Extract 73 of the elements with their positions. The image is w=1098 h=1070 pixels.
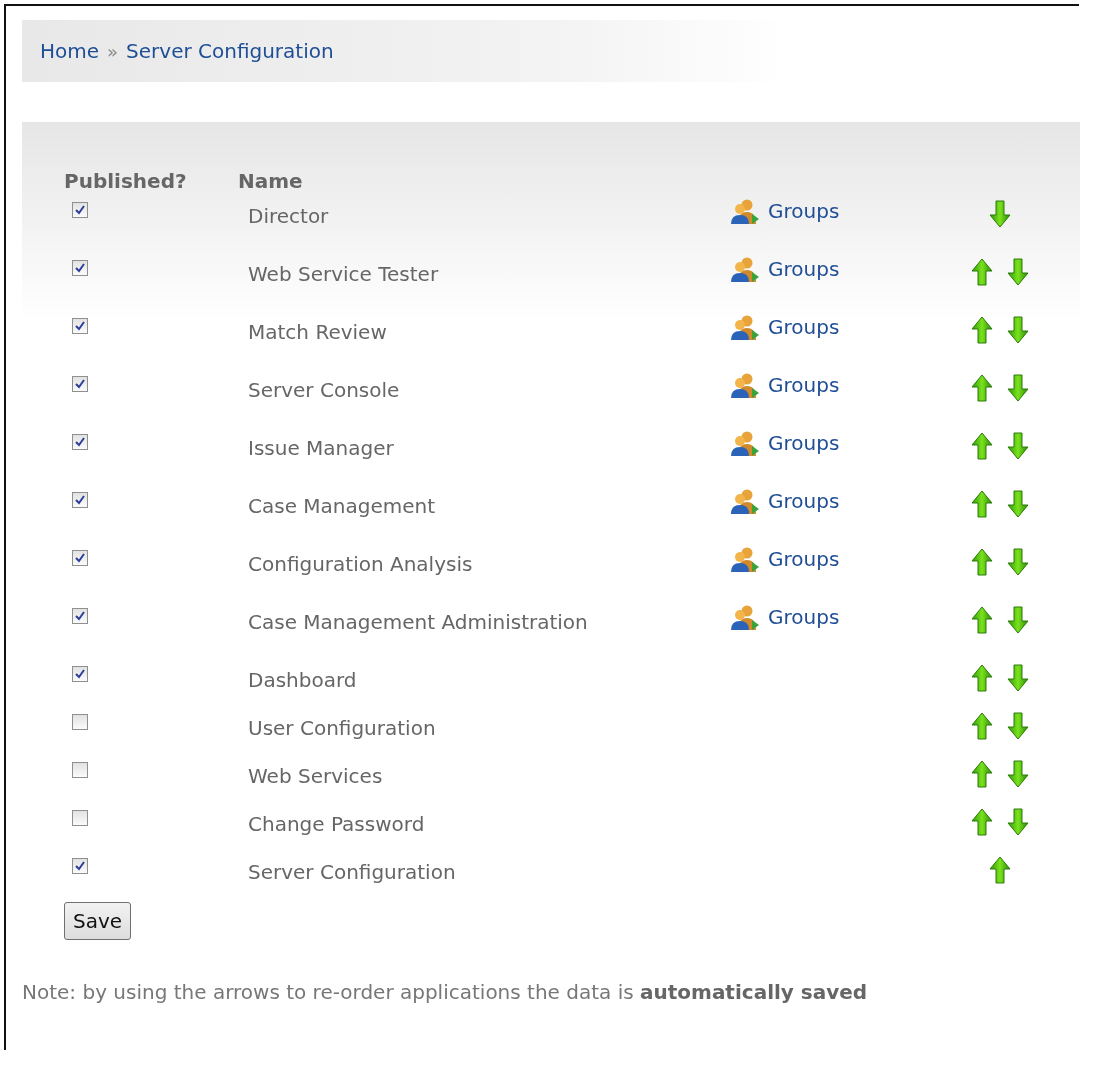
move-down-button[interactable] [1007,374,1029,402]
move-down-button[interactable] [1007,664,1029,692]
move-down-button[interactable] [1007,808,1029,836]
application-name: User Configuration [248,716,437,740]
move-up-button[interactable] [971,606,993,634]
move-up-button[interactable] [971,316,993,344]
move-up-button[interactable] [971,432,993,460]
move-down-button[interactable] [1007,760,1029,788]
application-name: Change Password [248,812,426,836]
application-name: Issue Manager [248,436,395,460]
people-icon [730,256,760,282]
published-checkbox[interactable] [72,762,88,778]
published-checkbox[interactable] [72,858,88,874]
move-down-button[interactable] [1007,606,1029,634]
application-name: Web Services [248,764,384,788]
move-up-button[interactable] [971,258,993,286]
published-checkbox[interactable] [72,810,88,826]
groups-link[interactable]: Groups [730,546,940,572]
breadcrumb-separator: » [107,40,119,62]
move-up-button[interactable] [971,548,993,576]
people-icon [730,372,760,398]
groups-link[interactable]: Groups [730,372,940,398]
move-up-button[interactable] [971,712,993,740]
published-checkbox[interactable] [72,260,88,276]
groups-link[interactable]: Groups [730,256,940,282]
groups-link[interactable]: Groups [730,198,940,224]
move-down-button[interactable] [1007,316,1029,344]
application-name: Dashboard [248,668,358,692]
application-name: Server Console [248,378,401,402]
groups-link[interactable]: Groups [730,488,940,514]
column-header: Published? [64,169,188,193]
breadcrumb-link[interactable]: Home [40,39,100,63]
move-up-button[interactable] [971,760,993,788]
published-checkbox[interactable] [72,434,88,450]
groups-link[interactable]: Groups [730,604,940,630]
groups-link[interactable]: Groups [730,430,940,456]
move-down-button[interactable] [1007,548,1029,576]
column-header: Name [238,169,304,193]
application-name: Web Service Tester [248,262,440,286]
move-down-button[interactable] [1007,258,1029,286]
application-name: Match Review [248,320,388,344]
groups-link[interactable]: Groups [730,314,940,340]
move-up-button[interactable] [971,490,993,518]
move-down-button[interactable] [1007,432,1029,460]
published-checkbox[interactable] [72,608,88,624]
people-icon [730,604,760,630]
application-name: Configuration Analysis [248,552,474,576]
published-checkbox[interactable] [72,550,88,566]
people-icon [730,430,760,456]
published-checkbox[interactable] [72,318,88,334]
published-checkbox[interactable] [72,714,88,730]
move-down-button[interactable] [989,200,1011,228]
save-button[interactable]: Save [64,902,132,940]
move-up-button[interactable] [971,664,993,692]
published-checkbox[interactable] [72,492,88,508]
move-up-button[interactable] [971,374,993,402]
application-name: Case Management [248,494,437,518]
application-name: Server Configuration [248,860,457,884]
breadcrumb-link[interactable]: Server Configuration [126,39,334,63]
published-checkbox[interactable] [72,202,88,218]
people-icon [730,546,760,572]
move-down-button[interactable] [1007,490,1029,518]
move-up-button[interactable] [971,808,993,836]
application-name: Director [248,204,330,228]
people-icon [730,488,760,514]
application-name: Case Management Administration [248,610,589,634]
move-up-button[interactable] [989,856,1011,884]
people-icon [730,198,760,224]
note-text: Note: by using the arrows to re-order applications the data is automatically saved [22,980,869,1004]
move-down-button[interactable] [1007,712,1029,740]
published-checkbox[interactable] [72,376,88,392]
people-icon [730,314,760,340]
published-checkbox[interactable] [72,666,88,682]
